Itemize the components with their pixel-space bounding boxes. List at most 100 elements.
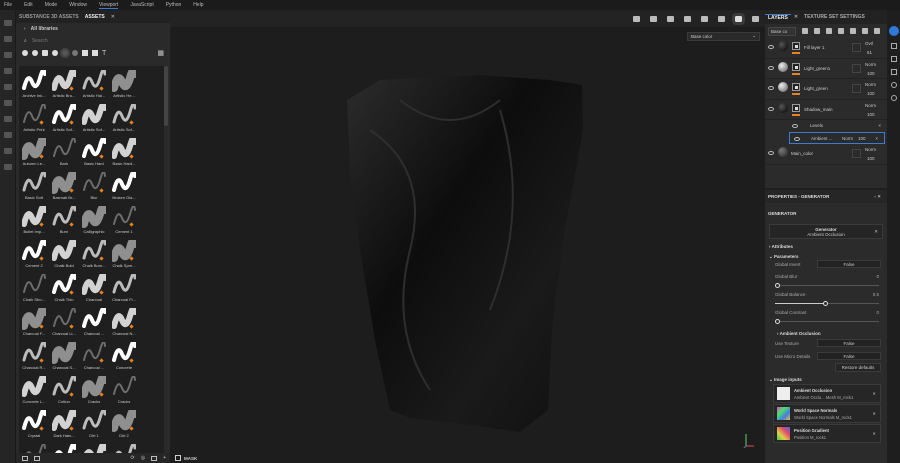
global-blur-value[interactable]: 0 [876,272,879,281]
asset-item[interactable]: Cement 2 [19,238,49,272]
asset-item[interactable]: Dirt 1 [79,408,109,442]
global-invert-toggle[interactable]: False [817,260,881,268]
asset-item[interactable]: Artistic Sof... [109,102,139,136]
opacity[interactable]: 100 [858,136,866,141]
menu-window[interactable]: Window [69,2,87,8]
grid-view-icon[interactable]: ▦ [157,49,164,57]
folder-icon[interactable] [151,455,158,461]
projection-tool-icon[interactable] [3,52,12,58]
layers-icon[interactable] [890,43,897,49]
visibility-icon[interactable] [792,124,798,128]
global-blur-slider[interactable] [775,281,887,290]
effect-ambient-occlusion[interactable]: Ambient ... Norm 100 × [789,132,885,144]
asset-item[interactable]: Charcoal S... [49,340,79,374]
asset-item[interactable]: Calligraphic [79,204,109,238]
close-icon[interactable]: × [875,136,878,141]
environment-icon[interactable] [890,82,897,88]
close-icon[interactable]: ✕ [108,14,118,20]
menu-help[interactable]: Help [193,2,203,8]
opacity[interactable]: 100 [867,156,875,161]
shader-icon[interactable] [890,69,897,75]
image-inputs-section[interactable]: ⌄ Image inputs [765,372,887,383]
parameters-section[interactable]: ⌄ Parameters [765,249,887,260]
textures-filter-icon[interactable] [42,50,48,56]
channel-select[interactable]: Base co [768,26,796,36]
asset-item[interactable]: Archive Ink... [19,68,49,102]
layer-item[interactable]: Light_green1 Norm 100 [765,59,887,79]
global-balance-value[interactable]: 0.5 [873,290,879,299]
import-icon[interactable] [34,455,40,461]
effect-levels[interactable]: Levels × [765,120,887,132]
asset-item[interactable]: Artistic He... [109,68,139,102]
materials-filter-icon[interactable] [22,50,28,56]
asset-item[interactable]: Cement 1 [109,204,139,238]
close-icon[interactable]: ✕ [872,391,876,396]
add-mask-icon[interactable] [814,28,820,34]
blend-mode[interactable]: Norm [842,136,853,141]
folder-icon[interactable] [862,28,868,34]
asset-item[interactable]: Charcoal N... [109,306,139,340]
asset-item[interactable]: Blur [79,170,109,204]
close-icon[interactable]: ✕ [791,14,801,20]
asset-item[interactable]: Concrete L... [19,374,49,408]
smudge-tool-icon[interactable] [3,68,12,74]
asset-item[interactable]: Cotton [49,374,79,408]
asset-item[interactable]: Bark [49,136,79,170]
asset-item[interactable]: Chalk Bold [49,238,79,272]
visibility-icon[interactable] [794,137,800,141]
add-icon[interactable]: + [163,455,166,461]
asset-item[interactable]: Basic Hard... [109,136,139,170]
asset-item[interactable]: Chalk Thin [49,272,79,306]
search-input[interactable]: ⌕ Search [16,35,170,47]
ao-section[interactable]: › Ambient Occlusion [765,326,887,336]
environments-filter-icon[interactable] [92,50,98,56]
close-icon[interactable]: ✕ [872,431,876,436]
asset-item[interactable]: Charcoal ... [79,340,109,374]
visibility-icon[interactable] [768,86,774,90]
filters-filter-icon[interactable] [52,50,58,56]
asset-item[interactable]: Basmati Br... [49,170,79,204]
asset-item[interactable]: Crystal [19,408,49,442]
menu-file[interactable]: File [4,2,12,8]
asset-item[interactable]: Broken Gla... [109,170,139,204]
refresh-icon[interactable]: ⟳ [131,455,135,461]
asset-item[interactable]: Cracks [79,374,109,408]
generator-selector[interactable]: Generator Ambient Occlusion ✕ [769,224,883,239]
tab-texture-set-settings[interactable]: TEXTURE SET SETTINGS [801,14,868,20]
visibility-icon[interactable] [768,106,774,111]
asset-item[interactable]: Artistic Hai... [79,68,109,102]
measure-tool-icon[interactable] [3,148,12,154]
opacity[interactable]: 100 [867,71,875,76]
add-layer-icon[interactable] [850,28,856,34]
picker-tool-icon[interactable] [3,100,12,106]
asset-scrollbar[interactable] [164,66,168,126]
smart-materials-filter-icon[interactable] [32,50,38,56]
mask-toggle[interactable]: MASK [175,455,197,461]
asset-item[interactable] [79,442,109,453]
blend-mode[interactable]: Norm [865,103,876,108]
geometry-tool-icon[interactable] [3,116,12,122]
asset-item[interactable]: Charcoal R... [19,340,49,374]
menu-edit[interactable]: Edit [24,2,33,8]
visibility-icon[interactable] [768,45,774,49]
visibility-icon[interactable] [768,65,774,70]
asset-item[interactable]: Chalk Bum... [79,238,109,272]
paint-tool-icon[interactable] [3,20,12,26]
use-micro-toggle[interactable]: False [817,352,881,360]
asset-item[interactable]: Artistic Sof... [49,102,79,136]
asset-item[interactable]: Concrete [109,340,139,374]
use-texture-toggle[interactable]: False [817,339,881,347]
menu-viewport[interactable]: Viewport [99,2,119,9]
global-contrast-slider[interactable] [775,317,887,326]
add-effect-icon[interactable] [802,28,808,34]
visibility-icon[interactable] [768,151,774,155]
asset-item[interactable]: Charcoal Li... [49,306,79,340]
asset-item[interactable]: Autumn Le... [19,136,49,170]
asset-item[interactable]: Dark Hatc... [49,408,79,442]
document-tool-icon[interactable] [3,164,12,170]
library-selector[interactable]: › All libraries [16,23,170,35]
close-icon[interactable]: ✕ [872,411,876,416]
bake-tool-icon[interactable] [3,132,12,138]
menu-mode[interactable]: Mode [45,2,58,8]
asset-item[interactable]: Bullet Imp... [19,204,49,238]
